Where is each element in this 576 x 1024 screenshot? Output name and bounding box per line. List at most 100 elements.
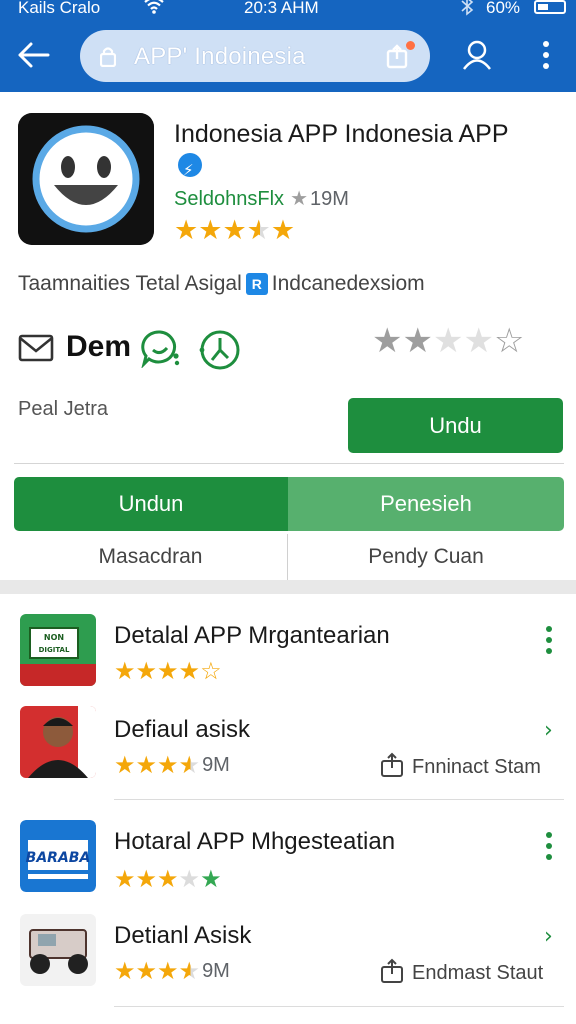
svg-text:BARABA: BARABA: [26, 850, 91, 866]
list-item-rating: ★★★★★: [114, 864, 222, 894]
half-star-icon: ★: [246, 215, 271, 246]
app-store-page: Kails Cralo 20:3 AHM 60% APP' Indoinesia: [0, 0, 576, 1024]
star-icon: ★: [135, 657, 158, 685]
downloads-count: 19M: [310, 188, 349, 210]
url-text[interactable]: APP' Indoinesia: [134, 43, 306, 71]
star-icon: ★: [157, 865, 179, 893]
chevron-right-icon[interactable]: ›: [544, 718, 553, 743]
battery-icon: [534, 0, 566, 14]
star-icon: ★: [114, 751, 136, 779]
star-icon: ★: [135, 865, 158, 893]
divider: [14, 463, 564, 464]
star-icon: ★: [135, 957, 158, 985]
star-icon: ★: [135, 751, 158, 779]
search-bar[interactable]: APP' Indoinesia: [80, 30, 430, 82]
list-item-rating: ★★★★ 9M: [114, 750, 230, 780]
app-logo-icon: [18, 113, 154, 245]
item-options-icon[interactable]: [542, 832, 556, 864]
list-item-title: Hotaral APP Mhgesteatian: [114, 828, 396, 855]
chat-icon[interactable]: [140, 328, 180, 368]
bluetooth-icon: [461, 0, 474, 16]
share-icon: [381, 752, 403, 777]
account-icon[interactable]: [460, 38, 494, 72]
star-icon: ★: [198, 215, 223, 246]
star-icon: ★: [270, 215, 296, 246]
tagline-text-a: Taamnaities Tetal Asigal: [18, 272, 242, 295]
list-item-rating: ★★★★ 9M: [114, 956, 230, 986]
verified-badge-icon: [178, 153, 202, 186]
share-icon: [381, 958, 403, 983]
install-button[interactable]: Undu: [348, 398, 563, 453]
status-bar: Kails Cralo 20:3 AHM 60%: [0, 0, 576, 20]
section-separator: [0, 580, 576, 594]
star-empty-icon: ★: [178, 865, 201, 893]
star-icon: ★: [222, 215, 247, 246]
list-item-size: 9M: [202, 754, 230, 776]
downloads-star-icon: ★: [290, 186, 308, 210]
star-empty-icon[interactable]: ★: [433, 324, 463, 358]
demo-label: Dem: [66, 330, 132, 363]
svg-text:NON: NON: [44, 633, 64, 642]
star-icon: ★: [114, 865, 136, 893]
list-item-action-label: Fnninact Stam: [412, 756, 541, 778]
list-item-size: 9M: [202, 960, 230, 982]
app-tagline: Taamnaities Tetal Asigal R Indcanedexsiom: [18, 272, 425, 296]
star-empty-icon[interactable]: ★: [463, 324, 493, 358]
segment-secondary[interactable]: Penesieh: [288, 477, 564, 531]
app-thumbnail: BARABA: [20, 820, 96, 892]
item-options-icon[interactable]: [542, 626, 556, 658]
list-item-rating: ★★★★☆: [114, 656, 222, 686]
star-icon[interactable]: ★: [402, 324, 432, 358]
star-icon: ★: [200, 865, 222, 893]
demo-row: Dem: [18, 326, 268, 372]
half-star-icon: ★: [178, 957, 201, 985]
top-app-bar: Kails Cralo 20:3 AHM 60% APP' Indoinesia: [0, 0, 576, 92]
star-icon: ★: [157, 957, 179, 985]
half-star-icon: ★: [178, 751, 201, 779]
list-item-title: Detalal APP Mrgantearian: [114, 622, 390, 649]
back-arrow-icon[interactable]: [14, 38, 54, 72]
developer-name[interactable]: SeldohnsFlx: [174, 188, 284, 210]
list-item-action[interactable]: Endmast Staut: [380, 958, 543, 985]
list-item-action[interactable]: Fnninact Stam: [380, 752, 541, 779]
segmented-control: Undun Penesieh: [14, 477, 564, 531]
star-icon: ★: [157, 657, 179, 685]
list-item-action-label: Endmast Staut: [412, 962, 544, 984]
divider: [114, 1006, 564, 1007]
wifi-icon: [144, 0, 164, 14]
lock-icon: [100, 47, 116, 67]
mail-icon[interactable]: [18, 334, 54, 362]
sub-tab-primary[interactable]: Masacdran: [14, 534, 288, 580]
app-rating-stars: ★★★★★: [174, 216, 295, 246]
star-icon: ★: [174, 215, 199, 246]
peal-label: Peal Jetra: [18, 398, 109, 420]
clock: 20:3 AHM: [244, 0, 319, 17]
notification-dot: [406, 41, 415, 50]
chevron-right-icon[interactable]: ›: [544, 924, 553, 949]
star-icon: ★: [157, 751, 179, 779]
user-rating-stars[interactable]: ★★★★☆: [372, 324, 524, 358]
app-thumbnail: NON DIGITAL: [20, 614, 96, 686]
app-thumbnail: [20, 914, 96, 986]
app-title: Indonesia APP Indonesia APP: [174, 118, 534, 186]
svg-text:DIGITAL: DIGITAL: [39, 646, 70, 654]
list-item-title: Defiaul asisk: [114, 716, 251, 743]
timer-icon[interactable]: [198, 328, 242, 372]
developer-row: SeldohnsFlx ★ 19M: [174, 186, 349, 211]
app-thumbnail: [20, 706, 96, 778]
star-icon: ★: [114, 657, 136, 685]
more-options-icon[interactable]: [536, 40, 556, 70]
segment-primary[interactable]: Undun: [14, 477, 288, 531]
star-icon[interactable]: ★: [372, 324, 402, 358]
star-outline-icon[interactable]: ☆: [494, 324, 524, 358]
app-title-text: Indonesia APP Indonesia APP: [174, 120, 509, 148]
sub-tab-secondary[interactable]: Pendy Cuan: [288, 534, 564, 580]
list-item-title: Detianl Asisk: [114, 922, 252, 949]
carrier-name: Kails Cralo: [18, 0, 101, 17]
star-icon: ★: [178, 657, 201, 685]
tagline-text-b: Indcanedexsiom: [271, 272, 425, 295]
tag-icon: R: [245, 273, 268, 295]
star-icon: ★: [114, 957, 136, 985]
star-outline-icon: ☆: [200, 657, 222, 685]
battery-percent: 60%: [486, 0, 521, 17]
